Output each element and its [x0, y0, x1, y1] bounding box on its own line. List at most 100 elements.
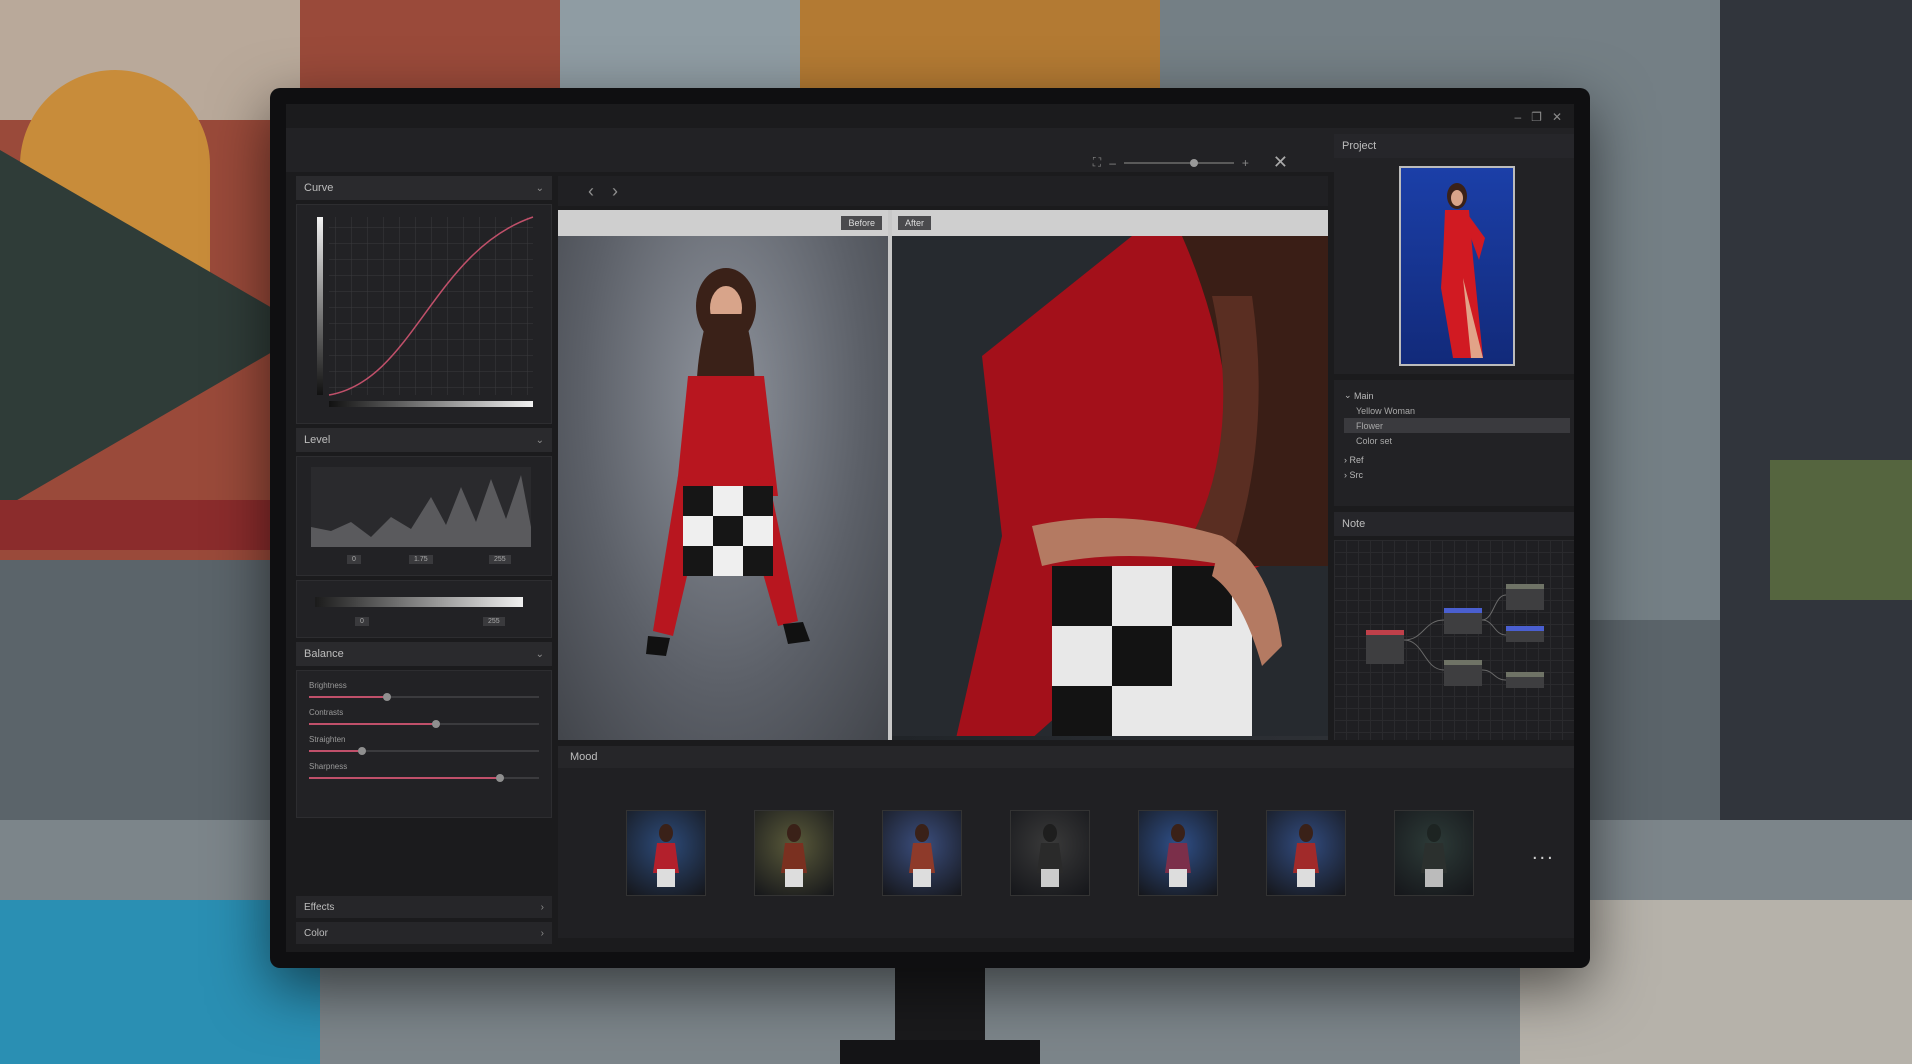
level-black-value[interactable]: 0 [347, 555, 361, 564]
slider-track[interactable] [309, 747, 539, 755]
minimize-button[interactable]: – [1514, 110, 1521, 124]
mood-thumbnail[interactable] [882, 810, 962, 896]
zoom-out-button[interactable]: – [1109, 156, 1116, 170]
close-window-button[interactable]: ✕ [1552, 110, 1562, 124]
thumbnail-figure [1037, 824, 1063, 887]
tree-folder-src[interactable]: › Src [1344, 467, 1570, 482]
slider-track[interactable] [309, 774, 539, 782]
slider-handle[interactable] [357, 747, 366, 755]
zoom-slider[interactable] [1123, 158, 1234, 167]
chevron-down-icon[interactable]: ⌄ [536, 435, 544, 446]
mood-thumbnail[interactable] [754, 810, 834, 896]
level-histogram[interactable]: 0 1.75 255 [296, 456, 552, 576]
effects-section[interactable]: Effects › [296, 896, 552, 918]
tree-item-label: Flower [1356, 420, 1384, 431]
project-header: Project [1334, 134, 1574, 158]
color-title: Color [304, 927, 328, 939]
graph-node-red[interactable] [1366, 630, 1404, 664]
tree-item-label: Yellow Woman [1356, 405, 1416, 416]
slider-handle[interactable] [431, 720, 440, 728]
slider-label: Contrasts [309, 708, 344, 717]
output-black-value[interactable]: 0 [355, 617, 369, 626]
curve-title: Curve [304, 182, 334, 194]
next-image-button[interactable]: › [612, 181, 618, 202]
slider-track[interactable] [309, 720, 539, 728]
note-header: Note [1334, 512, 1574, 536]
tree-folder-ref[interactable]: › Ref [1344, 452, 1570, 467]
restore-button[interactable]: ❐ [1531, 110, 1542, 124]
zoom-in-button[interactable]: + [1242, 156, 1249, 170]
graph-node-gray[interactable] [1444, 660, 1482, 686]
output-level[interactable]: 0 255 [296, 580, 552, 638]
level-white-value[interactable]: 255 [489, 555, 511, 564]
slider-track[interactable] [309, 693, 539, 701]
level-header[interactable]: Level ⌄ [296, 428, 552, 452]
thumbnail-figure [653, 824, 679, 887]
slider-fill [309, 777, 500, 779]
before-after-compare[interactable]: Before After [558, 210, 1328, 740]
output-white-value[interactable]: 255 [483, 617, 505, 626]
curve-graph[interactable] [303, 211, 543, 415]
right-panel: Project ⌄ Main Yellow Woman Flower Color… [1334, 134, 1574, 894]
effects-title: Effects [304, 901, 335, 913]
tree-item[interactable]: Flower [1344, 418, 1570, 433]
zoom-controls: ⛶ – + ✕ [1093, 152, 1288, 173]
graph-node-gray[interactable] [1506, 584, 1544, 610]
graph-node-blue-small[interactable] [1506, 626, 1544, 642]
level-title: Level [304, 434, 331, 446]
curve-header[interactable]: Curve ⌄ [296, 176, 552, 200]
project-thumbnail[interactable] [1399, 166, 1515, 366]
slider-label: Straighten [309, 735, 346, 744]
note-title: Note [1342, 518, 1366, 530]
monitor: – ❐ ✕ Curve ⌄ Level ⌄ 0 1.75 255 0 255 B… [270, 88, 1590, 968]
brightness-slider[interactable]: Brightness [309, 681, 539, 701]
tree-folder-main[interactable]: ⌄ Main [1344, 388, 1570, 403]
prev-image-button[interactable]: ‹ [588, 181, 594, 202]
project-photo [1441, 183, 1485, 358]
graph-node-gray-small[interactable] [1506, 672, 1544, 688]
zoom-slider-handle[interactable] [1189, 158, 1198, 167]
slider-handle[interactable] [495, 774, 504, 782]
graph-node-blue[interactable] [1444, 608, 1482, 634]
after-view[interactable]: After [892, 210, 1328, 740]
project-tree: ⌄ Main Yellow Woman Flower Color set › R… [1334, 380, 1574, 506]
color-section[interactable]: Color › [296, 922, 552, 944]
thumbnail-figure [1293, 824, 1319, 887]
slider-label: Brightness [309, 681, 347, 690]
node-graph[interactable] [1334, 540, 1574, 740]
thumbnail-figure [909, 824, 935, 887]
balance-title: Balance [304, 648, 344, 660]
cushion [1770, 460, 1912, 600]
mood-thumbnail[interactable] [1010, 810, 1090, 896]
mood-title: Mood [570, 751, 598, 763]
tree-item[interactable]: Yellow Woman [1344, 403, 1570, 418]
thumbnail-figure [781, 824, 807, 887]
chevron-down-icon[interactable]: ⌄ [536, 183, 544, 194]
thumbnail-figure [1165, 824, 1191, 887]
slider-handle[interactable] [383, 693, 392, 701]
sharpness-slider[interactable]: Sharpness [309, 762, 539, 782]
chevron-right-icon[interactable]: › [541, 902, 544, 913]
mural-triangle [0, 150, 310, 510]
output-gradient[interactable] [315, 597, 523, 607]
chevron-down-icon[interactable]: ⌄ [1344, 390, 1354, 401]
mood-thumbnail[interactable] [626, 810, 706, 896]
before-view[interactable]: Before [558, 210, 888, 740]
project-title: Project [1342, 140, 1377, 152]
tree-folder-label: Ref [1349, 454, 1364, 465]
contrasts-slider[interactable]: Contrasts [309, 708, 539, 728]
fit-icon[interactable]: ⛶ [1093, 155, 1101, 170]
curve-editor[interactable] [296, 204, 552, 424]
chevron-down-icon[interactable]: ⌄ [536, 649, 544, 660]
chevron-right-icon[interactable]: › [541, 928, 544, 939]
tree-item[interactable]: Color set [1344, 433, 1570, 448]
viewer-nav: ‹ › [558, 176, 1328, 206]
after-label: After [898, 216, 932, 230]
mood-thumbnail[interactable] [1138, 810, 1218, 896]
slider-fill [309, 696, 388, 698]
close-viewer-button[interactable]: ✕ [1273, 152, 1288, 173]
balance-header[interactable]: Balance ⌄ [296, 642, 552, 666]
straighten-slider[interactable]: Straighten [309, 735, 539, 755]
level-gamma-value[interactable]: 1.75 [409, 555, 433, 564]
histogram-graph [311, 467, 531, 547]
